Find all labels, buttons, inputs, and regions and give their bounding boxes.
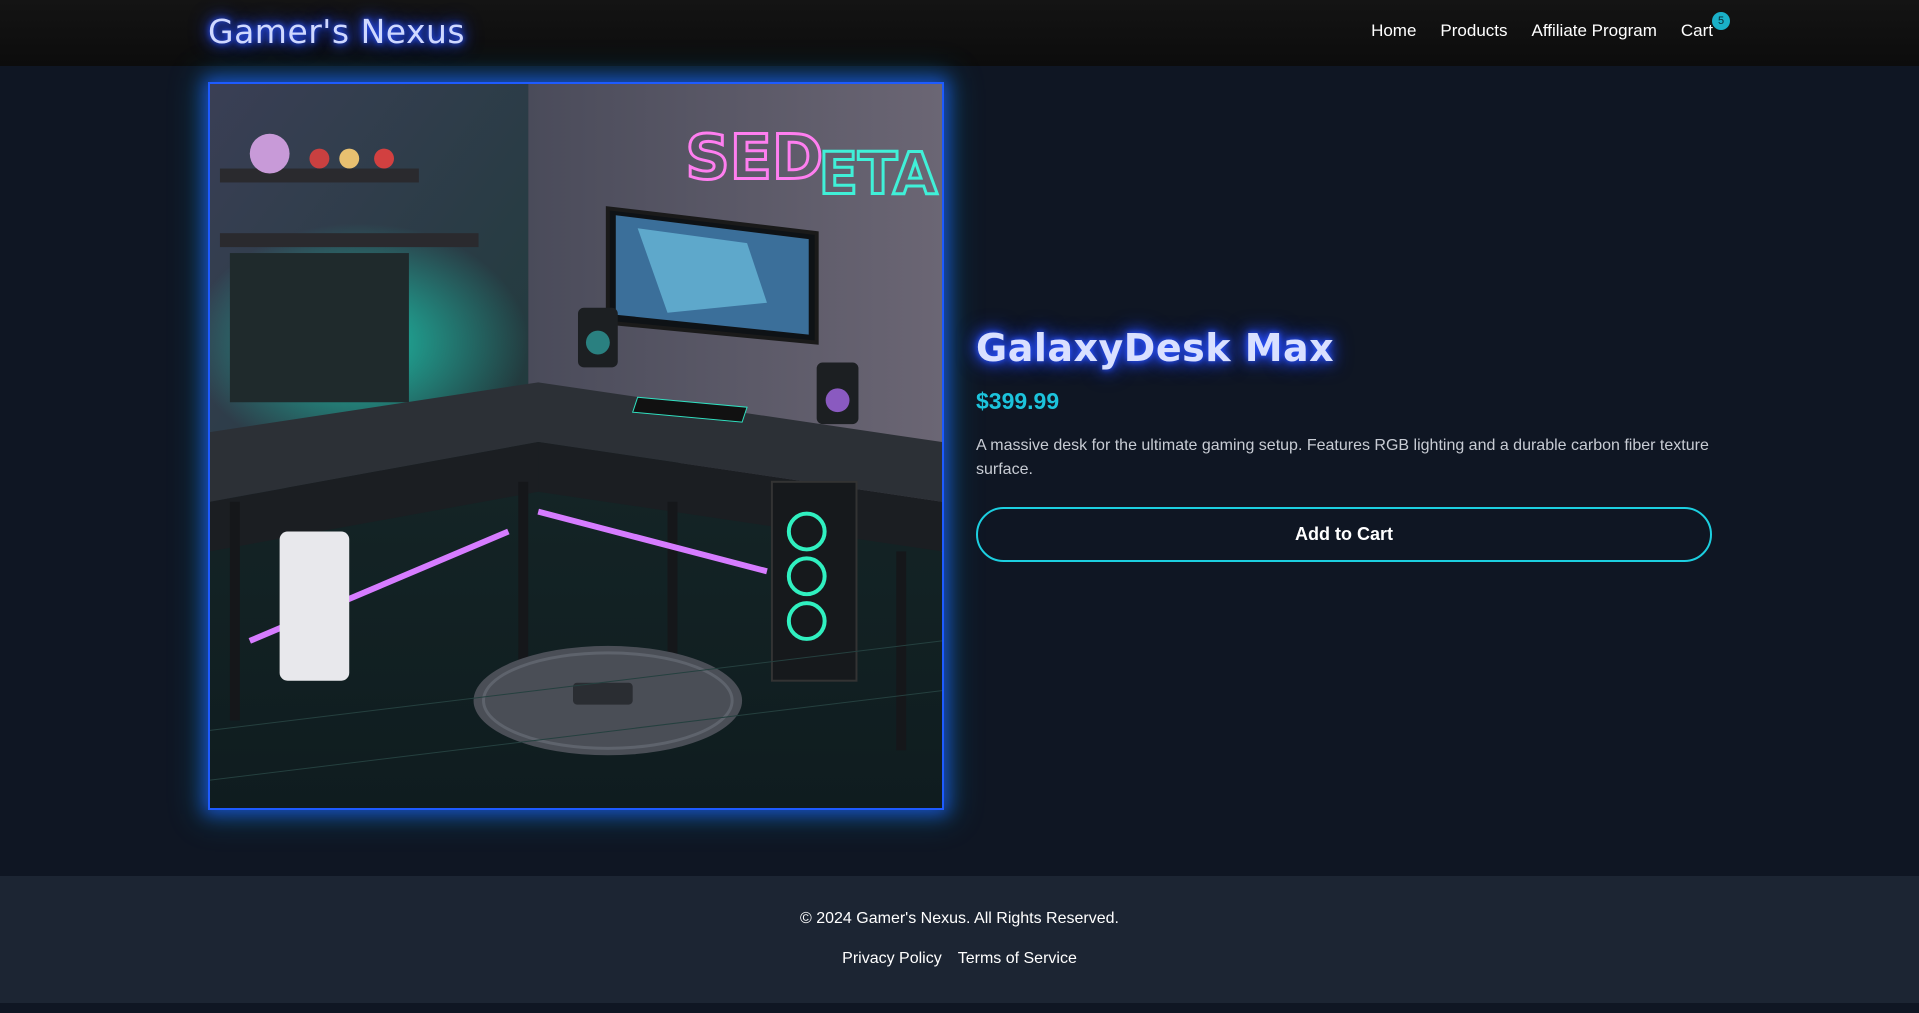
gaming-desk-photo-icon: SED ETA xyxy=(210,84,942,808)
footer-links: Privacy Policy Terms of Service xyxy=(0,950,1919,968)
site-header: Gamer's Nexus Home Products Affiliate Pr… xyxy=(0,0,1919,66)
footer-copyright: © 2024 Gamer's Nexus. All Rights Reserve… xyxy=(800,910,1119,927)
nav-cart[interactable]: Cart xyxy=(1681,21,1713,40)
add-to-cart-button[interactable]: Add to Cart xyxy=(976,507,1712,562)
cart-count-badge: 5 xyxy=(1712,12,1730,30)
product-price: $399.99 xyxy=(976,388,1060,414)
nav-cart-wrapper: Cart 5 xyxy=(1681,12,1730,41)
footer-terms-link[interactable]: Terms of Service xyxy=(958,950,1077,968)
product-image: SED ETA xyxy=(208,82,944,810)
product-description: A massive desk for the ultimate gaming s… xyxy=(976,437,1709,478)
nav-products[interactable]: Products xyxy=(1440,21,1507,41)
neon-sign-text: SED xyxy=(685,121,823,193)
nav-affiliate-program[interactable]: Affiliate Program xyxy=(1532,21,1657,41)
page-bottom-strip xyxy=(0,1003,1919,1013)
nav-home[interactable]: Home xyxy=(1371,21,1416,41)
main-nav: Home Products Affiliate Program Cart 5 xyxy=(1371,12,1730,41)
site-footer: © 2024 Gamer's Nexus. All Rights Reserve… xyxy=(0,876,1919,1003)
product-title: GalaxyDesk Max xyxy=(976,326,1335,370)
footer-privacy-link[interactable]: Privacy Policy xyxy=(842,950,942,968)
site-logo[interactable]: Gamer's Nexus xyxy=(208,12,465,51)
svg-text:ETA: ETA xyxy=(819,139,938,207)
